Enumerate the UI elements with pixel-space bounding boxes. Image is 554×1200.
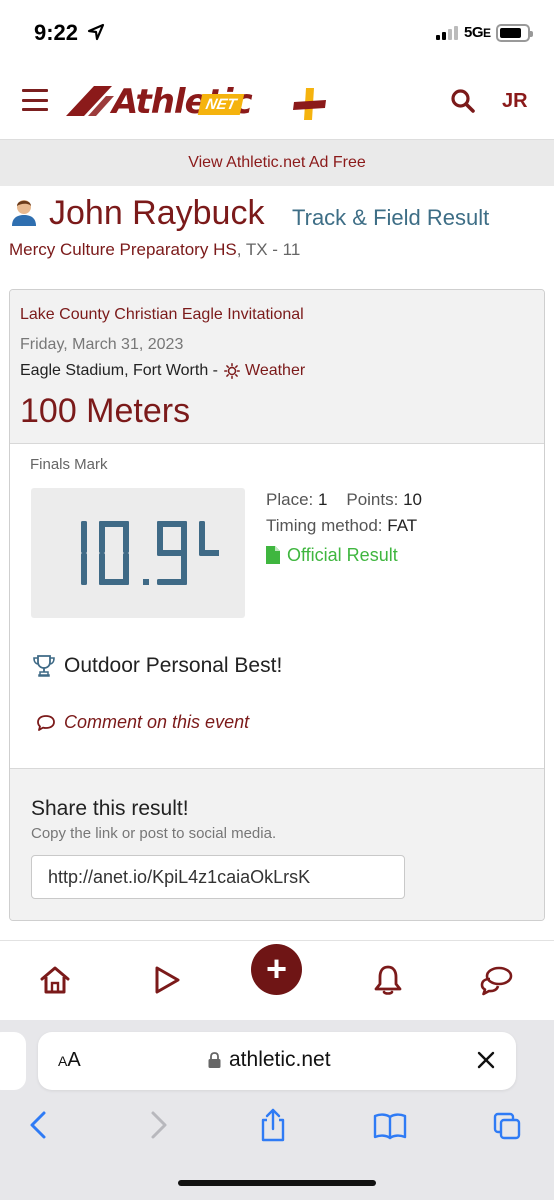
home-icon[interactable] [38, 963, 72, 997]
mark-segment [157, 521, 163, 553]
bell-icon[interactable] [371, 963, 405, 997]
site-header: Athletic NET JR [0, 64, 554, 140]
athletic-net-logo[interactable]: Athletic NET [64, 80, 334, 124]
points-label: Points: [346, 490, 399, 509]
lock-icon [208, 1052, 221, 1068]
timing-label: Timing method: [266, 516, 383, 535]
official-result-link[interactable]: Official Result [266, 542, 422, 568]
meet-date: Friday, March 31, 2023 [20, 336, 184, 353]
bookmarks-icon[interactable] [372, 1108, 408, 1142]
result-details: Place: 1 Points: 10 Timing method: FAT O… [266, 490, 422, 568]
close-icon[interactable] [474, 1048, 498, 1072]
location-arrow-icon [87, 23, 105, 41]
school-state-grade: , TX - 11 [236, 240, 301, 259]
personal-best: Outdoor Personal Best! [32, 654, 282, 678]
ad-free-banner: View Athletic.net Ad Free [0, 140, 554, 186]
share-title: Share this result! [31, 797, 189, 820]
mark-segment [157, 579, 187, 585]
points-value: 10 [403, 490, 422, 509]
plus-logo-icon [293, 88, 326, 120]
home-indicator [178, 1180, 376, 1186]
weather-label: Weather [245, 362, 306, 379]
athlete-name[interactable]: John Raybuck [49, 194, 264, 233]
comment-link[interactable]: Comment on this event [36, 712, 249, 733]
place-points-row: Place: 1 Points: 10 [266, 490, 422, 516]
personal-best-label: Outdoor Personal Best! [64, 654, 283, 677]
mark-segment [99, 553, 105, 585]
mark-segment [81, 521, 87, 553]
mark-segment [157, 550, 187, 556]
search-icon[interactable] [450, 88, 476, 114]
finals-mark-label: Finals Mark [30, 456, 108, 473]
forward-icon[interactable] [143, 1108, 173, 1142]
event-name: 100 Meters [20, 392, 191, 430]
cellular-signal-icon [436, 26, 458, 40]
mark-digits [81, 521, 219, 585]
network-type: 5GE [464, 24, 491, 41]
mark-display [31, 488, 245, 618]
page-subtitle: Track & Field Result [292, 205, 490, 230]
timing-value: FAT [387, 516, 418, 535]
reader-text-size-button[interactable]: AA [58, 1049, 81, 1072]
logo-net-badge: NET [197, 94, 245, 115]
mark-digit [99, 521, 129, 585]
mark-segment [123, 521, 129, 553]
mark-digit [199, 521, 219, 556]
back-icon[interactable] [24, 1108, 54, 1142]
result-card: Lake County Christian Eagle Invitational… [9, 289, 545, 921]
browser-chrome: AA athletic.net [0, 1020, 554, 1200]
place-value: 1 [317, 490, 328, 509]
url-text: athletic.net [229, 1048, 331, 1071]
share-section: Share this result! Copy the link or post… [10, 768, 544, 920]
url-display[interactable]: athletic.net [208, 1048, 331, 1072]
bottom-nav: + [0, 940, 554, 1020]
status-time: 9:22 [34, 20, 79, 45]
place-label: Place: [266, 490, 314, 509]
user-avatar-initials[interactable]: JR [502, 90, 528, 113]
view-ad-free-link[interactable]: View Athletic.net Ad Free [188, 154, 366, 172]
share-link-input[interactable] [31, 855, 405, 899]
add-button[interactable]: + [251, 944, 302, 995]
sun-icon [224, 363, 240, 379]
address-bar[interactable]: AA athletic.net [38, 1032, 516, 1090]
meet-info: Lake County Christian Eagle Invitational… [10, 290, 544, 444]
status-bar: 9:22 5GE [0, 0, 554, 64]
timing-row: Timing method: FAT [266, 516, 422, 542]
share-icon[interactable] [258, 1108, 288, 1142]
chat-icon[interactable] [480, 963, 514, 997]
trophy-icon [33, 655, 55, 677]
share-subtitle: Copy the link or post to social media. [31, 825, 277, 842]
venue-text: Eagle Stadium, Fort Worth - [20, 362, 218, 379]
meet-venue: Eagle Stadium, Fort Worth - Weather [20, 362, 305, 380]
school-line: Mercy Culture Preparatory HS, TX - 11 [9, 240, 300, 260]
mark-digit [157, 521, 187, 585]
mark-segment [181, 521, 187, 553]
school-link[interactable]: Mercy Culture Preparatory HS [9, 240, 237, 259]
tabs-icon[interactable] [492, 1108, 522, 1142]
mark-segment [99, 521, 105, 553]
mark-segment [81, 553, 87, 585]
previous-tab-preview[interactable] [0, 1032, 26, 1090]
mark-decimal-point [143, 579, 149, 585]
comment-label: Comment on this event [64, 712, 250, 732]
meet-name-link[interactable]: Lake County Christian Eagle Invitational [20, 306, 304, 324]
battery-icon [496, 24, 533, 42]
menu-icon[interactable] [22, 89, 48, 111]
comment-bubble-icon [37, 714, 55, 731]
play-icon[interactable] [150, 963, 184, 997]
document-icon [266, 546, 280, 564]
athlete-avatar-icon [12, 200, 36, 226]
mark-segment [199, 521, 205, 553]
official-result-label: Official Result [287, 544, 398, 565]
mark-segment [199, 550, 219, 556]
mark-digit [81, 521, 87, 585]
weather-link[interactable]: Weather [224, 362, 305, 380]
